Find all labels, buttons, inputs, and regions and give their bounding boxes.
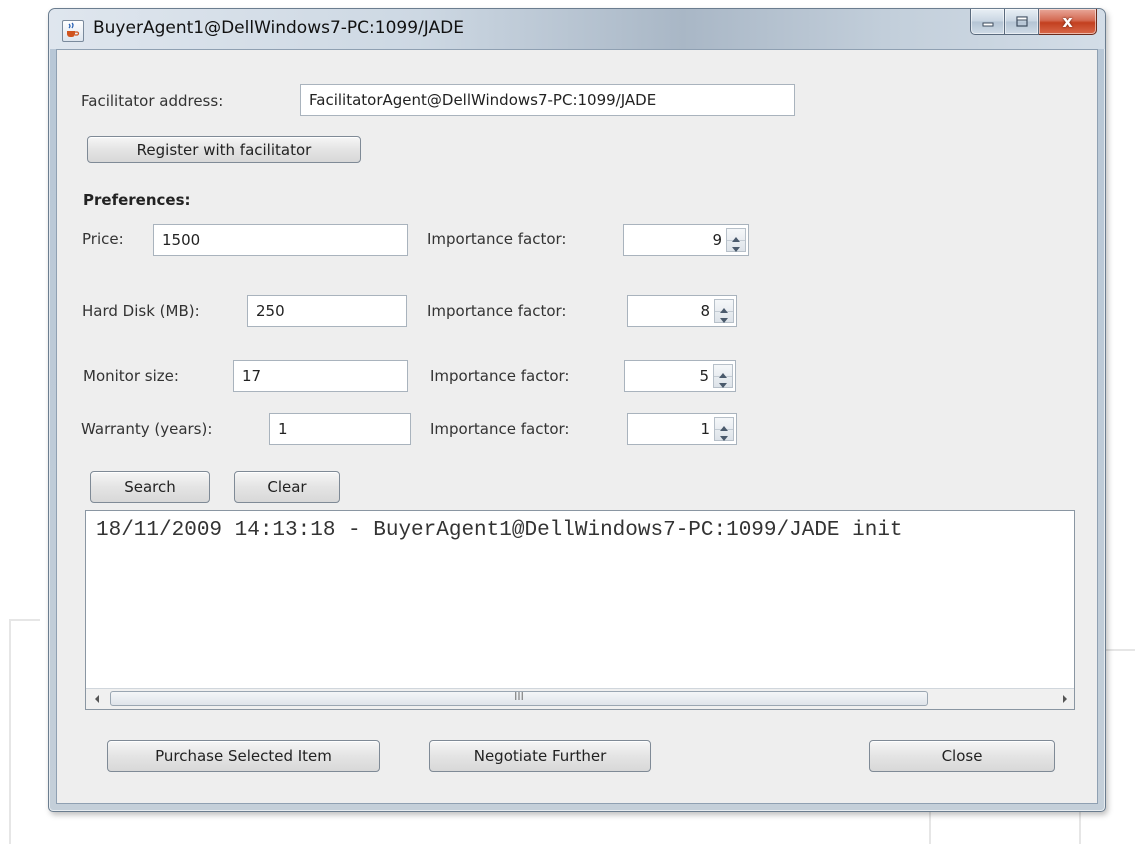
price-input[interactable]: 1500: [153, 224, 408, 256]
maximize-button[interactable]: [1005, 9, 1039, 35]
java-cup-icon[interactable]: [62, 20, 84, 42]
facilitator-address-input[interactable]: FacilitatorAgent@DellWindows7-PC:1099/JA…: [300, 84, 795, 116]
buyer-agent-window: BuyerAgent1@DellWindows7-PC:1099/JADE x: [48, 8, 1106, 812]
monitor-size-importance-spinner[interactable]: 5: [624, 360, 736, 392]
scrollbar-thumb[interactable]: III: [110, 690, 928, 706]
horizontal-scrollbar[interactable]: III: [86, 688, 1074, 709]
spin-down-icon[interactable]: [727, 240, 745, 252]
negotiate-further-button[interactable]: Negotiate Further: [429, 740, 651, 772]
close-window-button[interactable]: x: [1039, 9, 1097, 35]
close-button[interactable]: Close: [869, 740, 1055, 772]
register-with-facilitator-button[interactable]: Register with facilitator: [87, 136, 361, 163]
scroll-left-icon[interactable]: [88, 689, 106, 709]
scrollbar-grip: III: [514, 690, 524, 703]
maximize-icon: [1015, 15, 1028, 27]
price-importance-value: 9: [712, 231, 722, 249]
spin-down-icon[interactable]: [715, 311, 733, 323]
close-icon: x: [1062, 12, 1073, 31]
hard-disk-importance-spinner[interactable]: 8: [627, 295, 737, 327]
warranty-importance-spinner[interactable]: 1: [627, 413, 737, 445]
caption-buttons: x: [970, 9, 1097, 35]
spin-down-icon[interactable]: [715, 429, 733, 441]
minimize-icon: [982, 22, 993, 26]
hard-disk-importance-value: 8: [700, 302, 710, 320]
price-importance-label: Importance factor:: [427, 230, 567, 248]
window-title: BuyerAgent1@DellWindows7-PC:1099/JADE: [93, 18, 464, 38]
warranty-input[interactable]: 1: [269, 413, 411, 445]
title-bar[interactable]: BuyerAgent1@DellWindows7-PC:1099/JADE x: [49, 9, 1105, 49]
spin-arrows: [726, 228, 746, 252]
spin-arrows: [714, 299, 734, 323]
monitor-size-input[interactable]: 17: [233, 360, 408, 392]
spin-arrows: [714, 417, 734, 441]
search-button[interactable]: Search: [90, 471, 210, 503]
price-label: Price:: [82, 230, 124, 248]
warranty-importance-label: Importance factor:: [430, 420, 570, 438]
hard-disk-importance-label: Importance factor:: [427, 302, 567, 320]
price-importance-spinner[interactable]: 9: [623, 224, 749, 256]
spin-down-icon[interactable]: [714, 376, 732, 388]
warranty-label: Warranty (years):: [81, 420, 213, 438]
scroll-right-icon[interactable]: [1056, 689, 1074, 709]
preferences-heading: Preferences:: [83, 191, 191, 209]
monitor-size-label: Monitor size:: [83, 367, 179, 385]
spin-arrows: [713, 364, 733, 388]
monitor-size-importance-label: Importance factor:: [430, 367, 570, 385]
log-output[interactable]: 18/11/2009 14:13:18 - BuyerAgent1@DellWi…: [85, 510, 1075, 710]
minimize-button[interactable]: [970, 9, 1005, 35]
monitor-size-importance-value: 5: [699, 367, 709, 385]
facilitator-address-label: Facilitator address:: [81, 92, 224, 110]
screen: BuyerAgent1@DellWindows7-PC:1099/JADE x: [0, 0, 1135, 844]
log-line: 18/11/2009 14:13:18 - BuyerAgent1@DellWi…: [96, 519, 903, 542]
hard-disk-input[interactable]: 250: [247, 295, 407, 327]
client-area: Facilitator address: FacilitatorAgent@De…: [56, 49, 1098, 804]
clear-button[interactable]: Clear: [234, 471, 340, 503]
purchase-selected-item-button[interactable]: Purchase Selected Item: [107, 740, 380, 772]
hard-disk-label: Hard Disk (MB):: [82, 302, 200, 320]
warranty-importance-value: 1: [700, 420, 710, 438]
